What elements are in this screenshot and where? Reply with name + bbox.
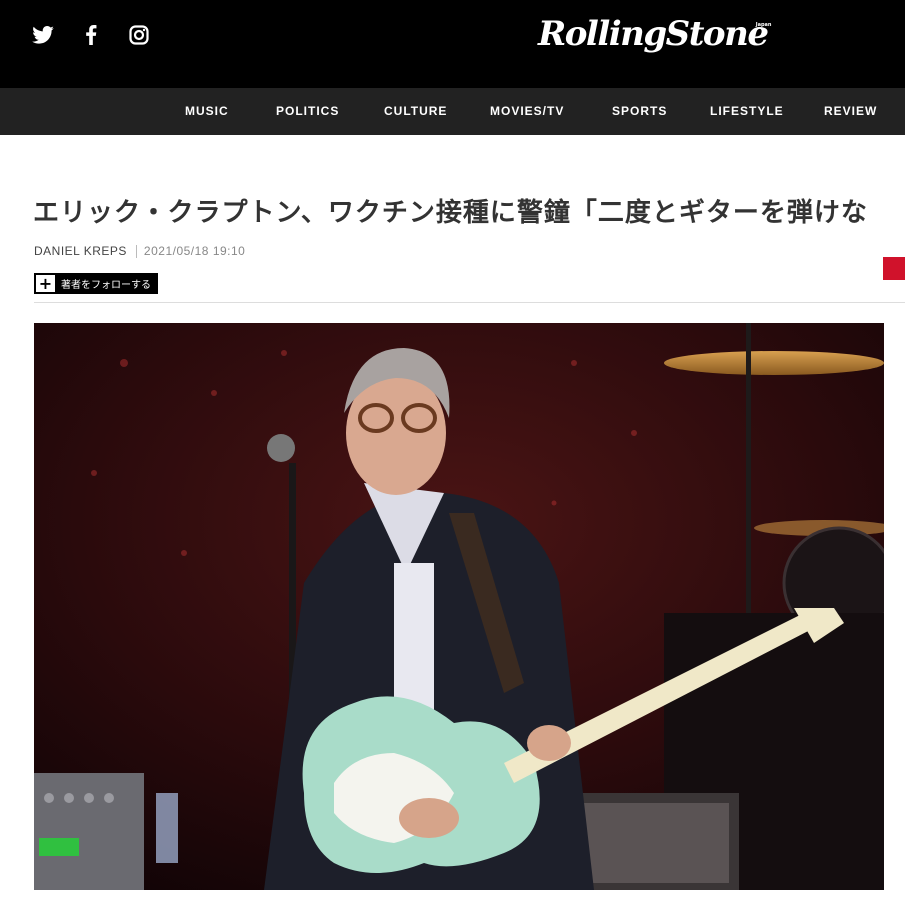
follow-author-button[interactable]: + 著者をフォローする: [34, 273, 158, 294]
nav-item-sports[interactable]: SPORTS: [612, 88, 667, 135]
site-header: RollingStone Japan: [0, 0, 905, 88]
facebook-icon[interactable]: [78, 22, 104, 48]
header-divider: [34, 302, 905, 303]
nav-item-music[interactable]: MUSIC: [185, 88, 229, 135]
nav-item-culture[interactable]: CULTURE: [384, 88, 447, 135]
article-meta: DANIEL KREPS 2021/05/18 19:10: [34, 244, 245, 258]
main-nav: MUSIC POLITICS CULTURE MOVIES/TV SPORTS …: [0, 88, 905, 135]
meta-separator: [135, 244, 137, 258]
follow-label: 著者をフォローする: [61, 280, 151, 291]
social-links: [30, 22, 152, 48]
share-tab[interactable]: [883, 257, 905, 280]
logo-region: Japan: [755, 22, 772, 28]
instagram-icon[interactable]: [126, 22, 152, 48]
nav-item-review[interactable]: REVIEW: [824, 88, 877, 135]
publish-date: 2021/05/18 19:10: [143, 244, 246, 258]
nav-item-movies-tv[interactable]: MOVIES/TV: [490, 88, 564, 135]
nav-item-lifestyle[interactable]: LIFESTYLE: [710, 88, 784, 135]
author-name[interactable]: DANIEL KREPS: [34, 244, 127, 258]
plus-icon: +: [36, 275, 55, 292]
logo-text: RollingStone: [538, 14, 769, 54]
nav-item-politics[interactable]: POLITICS: [276, 88, 339, 135]
article-title: エリック・クラプトン、ワクチン接種に警鐘「二度とギターを弾けな: [33, 198, 868, 228]
article-hero-image: [34, 323, 884, 890]
twitter-icon[interactable]: [30, 22, 56, 48]
site-logo[interactable]: RollingStone Japan: [538, 14, 771, 54]
